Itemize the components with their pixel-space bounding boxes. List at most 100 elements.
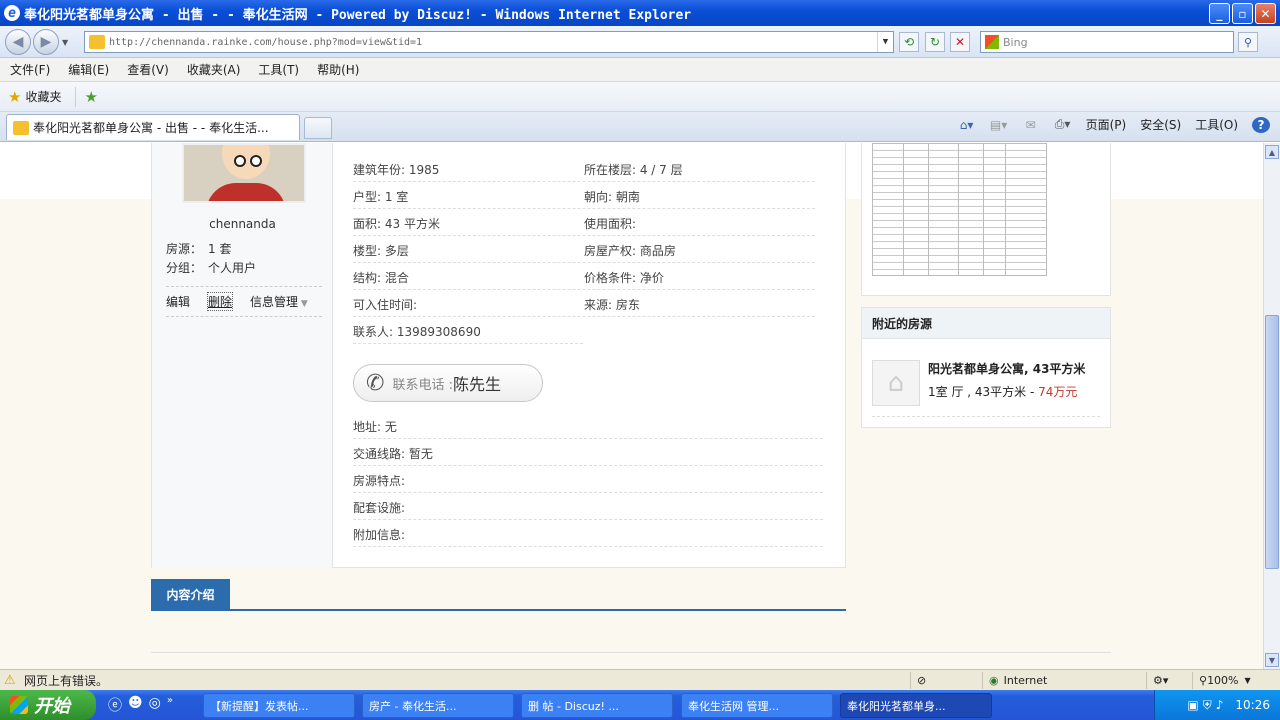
address: 地址: 无 xyxy=(353,420,397,434)
help-icon[interactable]: ? xyxy=(1252,116,1270,133)
site-favicon xyxy=(89,35,105,49)
refresh-icon[interactable]: ↻ xyxy=(925,32,945,52)
tab-content-intro[interactable]: 内容介绍 xyxy=(151,579,230,610)
compatibility-view-icon[interactable]: ⟲ xyxy=(899,32,919,52)
taskbar-item-2[interactable]: 房产 - 奉化生活... xyxy=(362,693,514,718)
bing-logo-icon xyxy=(985,35,999,49)
zoom-level[interactable]: ⚲ 100% ▼ xyxy=(1192,672,1264,689)
nearby-item-desc: 1室 厅 , 43平方米 - 74万元 xyxy=(928,385,1078,399)
search-input[interactable]: Bing xyxy=(980,31,1234,53)
traffic-lines: 交通线路: 暂无 xyxy=(353,447,433,461)
warning-icon[interactable]: ⚠ xyxy=(4,673,20,688)
house-placeholder-icon[interactable]: ⌂ xyxy=(872,360,920,406)
taskbar-item-3[interactable]: 删 帖 - Discuz! ... xyxy=(521,693,673,718)
protected-mode-icon[interactable]: ⚙▾ xyxy=(1146,672,1190,689)
back-button[interactable]: ◀ xyxy=(5,29,31,55)
menu-favorites[interactable]: 收藏夹(A) xyxy=(187,61,241,78)
usable-area: 使用面积: xyxy=(584,217,637,231)
delete-link[interactable]: 删除 xyxy=(207,292,234,311)
stop-icon[interactable]: ✕ xyxy=(950,32,970,52)
manage-dropdown[interactable]: 信息管理 ▼ xyxy=(250,293,308,310)
tab-row: 奉化阳光茗都单身公寓 - 出售 - - 奉化生活... ⌂▾ ▤▾ ✉ ⎙▾ 页… xyxy=(0,112,1280,142)
listing-image-box xyxy=(861,143,1111,296)
popup-blocked-icon[interactable]: ⊘ xyxy=(910,672,980,689)
browser-tab-active[interactable]: 奉化阳光茗都单身公寓 - 出售 - - 奉化生活... xyxy=(6,114,300,140)
address-url: http://chennanda.rainke.com/house.php?mo… xyxy=(109,36,423,48)
price-terms: 价格条件: 净价 xyxy=(584,271,664,285)
move-in-time: 可入住时间: xyxy=(353,298,418,312)
search-button[interactable]: ⚲ xyxy=(1238,32,1258,52)
network-icon[interactable]: ▣ xyxy=(1187,698,1198,712)
clock[interactable]: 10:26 xyxy=(1235,698,1270,712)
forward-button[interactable]: ▶ xyxy=(33,29,59,55)
menu-view[interactable]: 查看(V) xyxy=(127,61,169,78)
start-button[interactable]: 开始 xyxy=(0,690,96,720)
nearby-listings: 附近的房源 ⌂ 阳光茗都单身公寓, 43平方米 1室 厅 , 43平方米 - 7… xyxy=(861,307,1111,428)
orientation: 朝向: 朝南 xyxy=(584,190,640,204)
avatar[interactable] xyxy=(182,143,306,203)
phone-icon: ✆ xyxy=(366,370,385,396)
restore-button[interactable]: ▫ xyxy=(1232,3,1253,24)
security-zone[interactable]: ◉ Internet xyxy=(982,672,1144,689)
taskbar-item-4[interactable]: 奉化生活网 管理... xyxy=(681,693,833,718)
favorites-button[interactable]: 收藏夹 xyxy=(25,88,61,105)
history-dropdown-icon[interactable]: ▼ xyxy=(62,38,68,47)
safety-menu[interactable]: 安全(S) xyxy=(1140,116,1181,133)
scroll-down-icon[interactable]: ▼ xyxy=(1265,653,1279,667)
scroll-up-icon[interactable]: ▲ xyxy=(1265,145,1279,159)
favorites-bar: ★ 收藏夹 ★ xyxy=(0,82,1280,112)
status-error-text[interactable]: 网页上有错误。 xyxy=(24,672,108,689)
edit-link[interactable]: 编辑 xyxy=(166,293,190,310)
qq-quicklaunch-icon[interactable]: ☻ xyxy=(128,695,143,715)
menu-file[interactable]: 文件(F) xyxy=(10,61,50,78)
facilities: 配套设施: xyxy=(353,501,406,515)
add-favorite-icon[interactable]: ★ xyxy=(84,88,97,106)
tab-title: 奉化阳光茗都单身公寓 - 出售 - - 奉化生活... xyxy=(33,121,269,135)
close-button[interactable]: ✕ xyxy=(1255,3,1276,24)
home-icon[interactable]: ⌂▾ xyxy=(958,117,976,133)
extra-info: 附加信息: xyxy=(353,528,406,542)
menu-tools[interactable]: 工具(T) xyxy=(258,61,299,78)
tools-menu[interactable]: 工具(O) xyxy=(1195,116,1238,133)
taskbar-item-1[interactable]: 【新提醒】发表帖... xyxy=(203,693,355,718)
building-type: 楼型: 多层 xyxy=(353,244,409,258)
nearby-item-title[interactable]: 阳光茗都单身公寓, 43平方米 xyxy=(928,360,1085,377)
search-placeholder: Bing xyxy=(1003,35,1028,49)
tab-favicon xyxy=(13,120,29,135)
page-menu[interactable]: 页面(P) xyxy=(1086,116,1127,133)
security-shield-icon[interactable]: ⛨ xyxy=(1203,698,1212,713)
vertical-scrollbar[interactable]: ▲ ▼ xyxy=(1263,143,1280,669)
address-input[interactable]: http://chennanda.rainke.com/house.php?mo… xyxy=(84,31,894,53)
print-icon[interactable]: ⎙▾ xyxy=(1054,117,1072,133)
taskbar: 开始 ⓔ ☻ ◎ » 【新提醒】发表帖... 房产 - 奉化生活... 删 帖 … xyxy=(0,690,1280,720)
taskbar-item-active[interactable]: 奉化阳光茗都单身... xyxy=(840,693,992,718)
poster-info: chennanda 房源： 1 套 分组： 个人用户 编辑 删除 信息管理 ▼ xyxy=(152,143,333,568)
nearby-header: 附近的房源 xyxy=(862,308,1110,339)
mail-icon[interactable]: ✉ xyxy=(1022,117,1040,133)
window-title-bar[interactable]: e 奉化阳光茗都单身公寓 - 出售 - - 奉化生活网 - Powered by… xyxy=(0,0,1280,26)
nearby-item-price: 74万元 xyxy=(1038,385,1078,399)
quicklaunch-more-icon[interactable]: » xyxy=(167,695,173,715)
address-dropdown-icon[interactable]: ▼ xyxy=(877,32,893,52)
feeds-icon[interactable]: ▤▾ xyxy=(990,117,1008,133)
floor-level: 所在楼层: 4 / 7 层 xyxy=(584,163,683,177)
poster-group: 分组： 个人用户 xyxy=(166,261,257,275)
new-tab-button[interactable] xyxy=(304,117,332,139)
ie-quicklaunch-icon[interactable]: ⓔ xyxy=(108,695,122,715)
minimize-button[interactable]: _ xyxy=(1209,3,1230,24)
poster-username[interactable]: chennanda xyxy=(152,217,333,231)
contact-person: 联系人: 13989308690 xyxy=(353,325,481,339)
scroll-thumb[interactable] xyxy=(1265,315,1279,569)
status-bar: ⚠ 网页上有错误。 ⊘ ◉ Internet ⚙▾ ⚲ 100% ▼ xyxy=(0,669,1280,690)
build-year: 建筑年份: 1985 xyxy=(353,163,440,177)
menu-help[interactable]: 帮助(H) xyxy=(317,61,359,78)
listing-thumbnail[interactable] xyxy=(872,143,1047,276)
contact-phone-button[interactable]: ✆ 联系电话 : 陈先生 xyxy=(353,364,543,402)
globe-icon: ◉ xyxy=(989,674,999,687)
volume-icon[interactable]: ♪ xyxy=(1216,698,1224,712)
favorites-star-icon[interactable]: ★ xyxy=(8,88,21,106)
browser-quicklaunch-icon[interactable]: ◎ xyxy=(149,695,161,715)
window-title: 奉化阳光茗都单身公寓 - 出售 - - 奉化生活网 - Powered by D… xyxy=(24,7,692,23)
menu-edit[interactable]: 编辑(E) xyxy=(68,61,109,78)
room-layout: 户型: 1 室 xyxy=(353,190,409,204)
